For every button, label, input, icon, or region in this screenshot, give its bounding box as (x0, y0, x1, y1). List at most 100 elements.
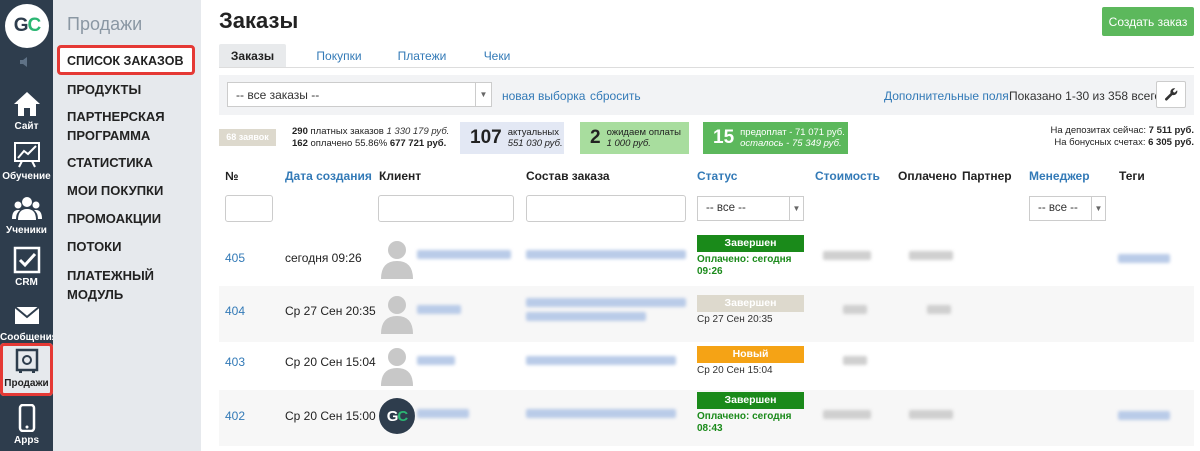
rail-item-apps[interactable]: Apps (0, 400, 53, 451)
avatar-placeholder-icon (381, 348, 413, 386)
tab-orders[interactable]: Заказы (219, 44, 286, 68)
tabs-divider (219, 67, 1194, 68)
table-header: № Дата создания Клиент Состав заказа Ста… (219, 169, 1200, 185)
tab-payments[interactable]: Платежи (382, 44, 462, 68)
paid-blurred (927, 305, 951, 314)
order-number-link[interactable]: 404 (225, 304, 245, 318)
order-number-link[interactable]: 405 (225, 251, 245, 265)
cost-blurred (823, 251, 871, 260)
order-date: Ср 20 Сен 15:00 (285, 409, 376, 423)
paid-label: оплачено 55.86% (310, 138, 388, 149)
order-content-blurred (526, 298, 686, 307)
order-number-link[interactable]: 403 (225, 355, 245, 369)
client-name-blurred[interactable] (417, 409, 469, 418)
manager-filter-select[interactable]: -- все -- ▼ (1029, 196, 1106, 221)
status-badge: Новый (697, 346, 804, 363)
sidebar-item-orders-list[interactable]: СПИСОК ЗАКАЗОВ (57, 45, 195, 75)
sidebar-item-partner-program[interactable]: ПАРТНЕРСКАЯ ПРОГРАММА (67, 107, 197, 145)
phone-icon (18, 404, 35, 432)
avatar-letter-c: C (397, 407, 408, 425)
status-filter-select[interactable]: -- все -- ▼ (697, 196, 804, 221)
actual-label: актуальных (507, 127, 559, 138)
sidebar-item-payment-module[interactable]: ПЛАТЕЖНЫЙ МОДУЛЬ (67, 266, 197, 304)
sidebar-item-my-purchases[interactable]: МОИ ПОКУПКИ (67, 181, 197, 200)
client-name-blurred[interactable] (417, 356, 455, 365)
create-order-button[interactable]: Создать заказ (1102, 7, 1194, 36)
sales-sidebar: Продажи СПИСОК ЗАКАЗОВ ПРОДУКТЫ ПАРТНЕРС… (53, 0, 201, 451)
requests-badge[interactable]: 68 заявок (219, 129, 276, 146)
extra-fields-link[interactable]: Дополнительные поля (884, 89, 1009, 103)
sidebar-item-statistics[interactable]: СТАТИСТИКА (67, 153, 197, 172)
client-name-blurred[interactable] (417, 250, 511, 259)
safe-icon (15, 348, 38, 373)
col-paid: Оплачено (898, 169, 957, 183)
status-note: Оплачено: сегодня 08:43 (697, 411, 792, 434)
content-filter-input[interactable] (526, 195, 686, 222)
select-value: -- все заказы -- (236, 88, 320, 102)
speaker-icon[interactable] (19, 56, 33, 71)
col-number: № (225, 169, 239, 183)
rail-item-learning[interactable]: Обучение (0, 136, 53, 192)
icon-rail: GC Сайт Обучение Ученики CRM Сообщения П… (0, 0, 58, 451)
client-filter-input[interactable] (378, 195, 514, 222)
status-cell: Завершен Ср 27 Сен 20:35 (697, 295, 804, 325)
paid-orders-count: 290 (292, 126, 308, 137)
status-filter-value: -- все -- (706, 202, 746, 214)
sidebar-item-products[interactable]: ПРОДУКТЫ (67, 80, 197, 99)
new-selection-link[interactable]: новая выборка (502, 89, 585, 103)
order-content-blurred (526, 250, 686, 259)
client-avatar: GC (379, 398, 415, 434)
tab-purchases[interactable]: Покупки (299, 44, 379, 68)
actual-orders-box[interactable]: 107 актуальных 551 030 руб. (460, 122, 564, 154)
table-row[interactable]: 404 Ср 27 Сен 20:35 Завершен Ср 27 Сен 2… (219, 286, 1194, 342)
logo-letter-c: C (27, 15, 42, 36)
chevron-down-icon: ▼ (475, 83, 491, 106)
rail-item-crm[interactable]: CRM (0, 242, 53, 298)
col-created-date[interactable]: Дата создания (285, 169, 372, 183)
order-content-blurred (526, 312, 646, 321)
reset-link[interactable]: сбросить (590, 89, 641, 103)
col-client: Клиент (379, 169, 422, 183)
table-row[interactable]: 405 сегодня 09:26 Завершен Оплачено: сег… (219, 230, 1194, 286)
waiting-payment-box[interactable]: 2 ожидаем оплаты 1 000 руб. (580, 122, 689, 154)
status-note: Ср 27 Сен 20:35 (697, 314, 773, 325)
cost-blurred (823, 410, 871, 419)
order-number-link[interactable]: 402 (225, 409, 245, 423)
paid-count: 162 (292, 138, 308, 149)
status-badge: Завершен (697, 295, 804, 312)
status-cell: Завершен Оплачено: сегодня 09:26 (697, 235, 804, 278)
order-date: Ср 27 Сен 20:35 (285, 304, 376, 318)
status-badge: Завершен (697, 392, 804, 409)
client-name-blurred[interactable] (417, 305, 461, 314)
paid-blurred (909, 251, 953, 260)
order-date: сегодня 09:26 (285, 251, 362, 265)
table-row[interactable]: 403 Ср 20 Сен 15:04 Новый Ср 20 Сен 15:0… (219, 338, 1194, 394)
col-status[interactable]: Статус (697, 169, 737, 183)
rail-item-label: Сообщения (0, 332, 58, 343)
sidebar-item-promotions[interactable]: ПРОМОАКЦИИ (67, 209, 197, 228)
actual-sum: 551 030 руб. (507, 138, 563, 149)
waiting-label: ожидаем оплаты (606, 127, 681, 138)
rail-item-site[interactable]: Сайт (0, 86, 53, 142)
logo[interactable]: GC (5, 4, 49, 48)
table-row[interactable]: 402 Ср 20 Сен 15:00 GC Завершен Оплачено… (219, 390, 1194, 446)
page-title: Заказы (219, 8, 299, 33)
tab-receipts[interactable]: Чеки (467, 44, 527, 68)
rail-item-students[interactable]: Ученики (0, 190, 53, 246)
col-manager[interactable]: Менеджер (1029, 169, 1090, 183)
bonus-label: На бонусных счетах: (1054, 137, 1146, 148)
orders-filter-select[interactable]: -- все заказы -- ▼ (227, 82, 492, 107)
col-cost[interactable]: Стоимость (815, 169, 880, 183)
users-icon (11, 197, 42, 220)
avatar-letter-g: G (386, 407, 399, 425)
status-cell: Новый Ср 20 Сен 15:04 (697, 346, 804, 376)
prepayments-box[interactable]: 15 предоплат - 71 071 руб. осталось - 75 … (703, 122, 848, 154)
sidebar-item-streams[interactable]: ПОТОКИ (67, 237, 197, 256)
number-filter-input[interactable] (225, 195, 273, 222)
cost-blurred (843, 356, 867, 365)
status-note: Оплачено: сегодня 09:26 (697, 254, 792, 277)
rail-item-sales[interactable]: Продажи (0, 343, 53, 396)
order-content-blurred (526, 409, 676, 418)
settings-button[interactable] (1156, 81, 1186, 108)
deposits-label: На депозитах сейчас: (1050, 125, 1146, 136)
